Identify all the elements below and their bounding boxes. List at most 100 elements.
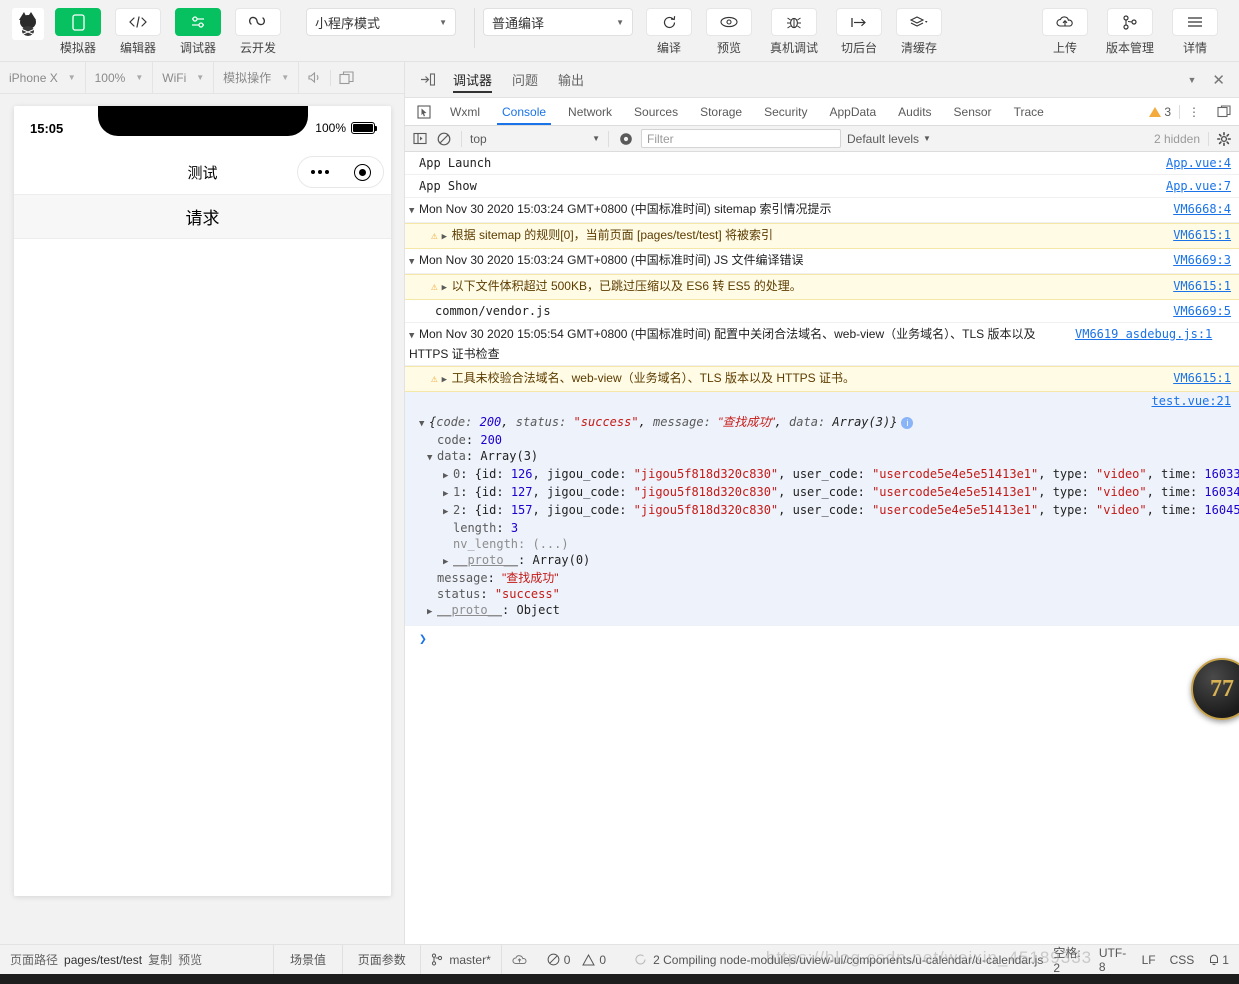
chevron-right-icon[interactable]: ▶ <box>443 486 453 502</box>
toolbar-item-debugger[interactable]: 调试器 <box>172 8 224 56</box>
object-array-item[interactable]: ▶ 2: {id: 157, jigou_code: "jigou5f818d32… <box>419 502 1239 520</box>
chevron-right-icon[interactable]: ▶ <box>427 604 437 620</box>
console-sidebar-icon[interactable] <box>411 130 429 148</box>
chevron-right-icon[interactable]: ▶ <box>443 504 453 520</box>
object-summary-line[interactable]: ▼ {code: 200, status: "success", message:… <box>419 414 1239 432</box>
git-sync-button[interactable] <box>502 945 537 974</box>
console-source-link[interactable]: VM6615:1 <box>1163 226 1239 244</box>
console-source-link[interactable]: App.vue:7 <box>1156 177 1239 195</box>
toolbar-action-realdevice[interactable]: 真机调试 <box>763 8 825 56</box>
object-property-line[interactable]: status: "success" <box>419 586 1239 602</box>
devtools-tab-problems[interactable]: 问题 <box>502 62 548 97</box>
scene-value-button[interactable]: 场景值 <box>274 945 344 974</box>
console-row-group[interactable]: ▼ Mon Nov 30 2020 15:05:54 GMT+0800 (中国标准… <box>405 323 1239 366</box>
close-target-icon[interactable] <box>353 163 371 181</box>
eol-setting[interactable]: LF <box>1142 953 1156 967</box>
close-icon[interactable]: ✕ <box>1204 71 1239 89</box>
console-row[interactable]: App Show App.vue:7 <box>405 175 1239 198</box>
chevron-down-icon[interactable]: ▼ <box>419 416 429 432</box>
object-proto-line[interactable]: ▶ __proto__: Object <box>419 602 1239 620</box>
simulate-operation-select[interactable]: 模拟操作 ▼ <box>214 62 300 93</box>
speaker-icon[interactable] <box>299 62 330 93</box>
language-mode[interactable]: CSS <box>1170 953 1195 967</box>
toolbar-action-version[interactable]: 版本管理 <box>1099 8 1161 56</box>
copy-path-button[interactable]: 复制 <box>148 951 172 968</box>
console-row-group[interactable]: ▼ Mon Nov 30 2020 15:03:24 GMT+0800 (中国标准… <box>405 249 1239 274</box>
object-property-line[interactable]: message: "查找成功" <box>419 570 1239 586</box>
page-params-button[interactable]: 页面参数 <box>343 945 422 974</box>
chevron-right-icon[interactable]: ▶ <box>442 279 452 297</box>
tab-sources[interactable]: Sources <box>623 98 689 125</box>
tab-console[interactable]: Console <box>491 98 557 125</box>
clear-console-icon[interactable] <box>435 130 453 148</box>
console-row-group[interactable]: ▼ Mon Nov 30 2020 15:03:24 GMT+0800 (中国标准… <box>405 198 1239 223</box>
notifications-button[interactable]: 1 <box>1208 953 1229 967</box>
chevron-down-icon[interactable]: ▼ <box>409 253 419 271</box>
zoom-select[interactable]: 100% ▼ <box>86 62 154 93</box>
toolbar-action-compile[interactable]: 编译 <box>643 8 695 56</box>
console-row[interactable]: common/vendor.js VM6669:5 <box>405 300 1239 323</box>
info-icon[interactable]: i <box>901 417 914 429</box>
console-source-link[interactable]: VM6668:4 <box>1163 200 1239 218</box>
object-array-item[interactable]: ▶ 1: {id: 127, jigou_code: "jigou5f818d32… <box>419 484 1239 502</box>
dock-panel-icon[interactable] <box>1209 105 1239 118</box>
toolbar-action-background[interactable]: 切后台 <box>833 8 885 56</box>
console-row[interactable]: App Launch App.vue:4 <box>405 152 1239 175</box>
avatar[interactable] <box>12 8 44 40</box>
console-source-link[interactable]: VM6615:1 <box>1163 277 1239 295</box>
console-source-link[interactable]: test.vue:21 <box>1142 392 1239 410</box>
more-vertical-icon[interactable]: ⋮ <box>1180 105 1209 119</box>
indentation-setting[interactable]: 空格: 2 <box>1053 944 1085 975</box>
chevron-right-icon[interactable]: ▶ <box>443 468 453 484</box>
console-prompt[interactable]: ❯ <box>405 626 1239 647</box>
toolbar-action-preview[interactable]: 预览 <box>703 8 755 56</box>
tab-trace[interactable]: Trace <box>1003 98 1055 125</box>
compile-select[interactable]: 普通编译 ▼ <box>483 8 633 36</box>
console-row-result[interactable]: test.vue:21 <box>405 392 1239 412</box>
object-property-line[interactable]: ▼ data: Array(3) <box>419 448 1239 466</box>
tab-sensor[interactable]: Sensor <box>943 98 1003 125</box>
chevron-right-icon[interactable]: ▶ <box>442 371 452 389</box>
problems-counter[interactable]: 0 0 <box>537 945 616 974</box>
toolbar-action-upload[interactable]: 上传 <box>1039 8 1091 56</box>
toolbar-item-clouddev[interactable]: 云开发 <box>232 8 284 56</box>
tab-audits[interactable]: Audits <box>887 98 942 125</box>
log-levels-select[interactable]: Default levels ▼ <box>847 132 931 146</box>
console-source-link[interactable]: VM6669:3 <box>1163 251 1239 269</box>
encoding-setting[interactable]: UTF-8 <box>1099 946 1128 974</box>
tab-storage[interactable]: Storage <box>689 98 753 125</box>
chevron-right-icon[interactable]: ▶ <box>443 554 453 570</box>
network-select[interactable]: WiFi ▼ <box>153 62 215 93</box>
devtools-tab-debugger[interactable]: 调试器 <box>443 62 502 97</box>
console-row-warning[interactable]: ⚠ ▶ 工具未校验合法域名、web-view（业务域名）、TLS 版本以及 HTTP… <box>405 366 1239 392</box>
devtools-tab-output[interactable]: 输出 <box>548 62 594 97</box>
console-row-warning[interactable]: ⚠ ▶ 以下文件体积超过 500KB，已跳过压缩以及 ES6 转 ES5 的处理。 … <box>405 274 1239 300</box>
device-select[interactable]: iPhone X ▼ <box>0 62 86 93</box>
tab-security[interactable]: Security <box>753 98 818 125</box>
object-property-line[interactable]: code: 200 <box>419 432 1239 448</box>
toolbar-action-details[interactable]: 详情 <box>1169 8 1221 56</box>
chevron-down-icon[interactable]: ▼ <box>427 450 437 466</box>
preview-path-button[interactable]: 预览 <box>178 951 202 968</box>
toolbar-item-simulator[interactable]: 模拟器 <box>52 8 104 56</box>
execution-context-select[interactable]: top ▼ <box>470 132 600 146</box>
console-source-link[interactable]: VM6619 asdebug.js:1 <box>1065 325 1220 343</box>
git-branch-cell[interactable]: master* <box>421 945 502 974</box>
capsule-buttons[interactable] <box>297 156 384 188</box>
separate-window-icon[interactable] <box>331 62 362 93</box>
gear-icon[interactable] <box>1215 130 1233 148</box>
warning-counter[interactable]: 3 <box>1149 104 1180 119</box>
request-button[interactable]: 请求 <box>14 194 391 239</box>
cursor-select-icon[interactable] <box>409 98 439 125</box>
tab-network[interactable]: Network <box>557 98 623 125</box>
object-proto-line[interactable]: ▶ __proto__: Array(0) <box>419 552 1239 570</box>
object-array-item[interactable]: ▶ 0: {id: 126, jigou_code: "jigou5f818d32… <box>419 466 1239 484</box>
toggle-panel-icon[interactable] <box>413 73 443 86</box>
object-property-line[interactable]: nv_length: (...) <box>419 536 1239 552</box>
console-source-link[interactable]: VM6615:1 <box>1163 369 1239 387</box>
console-row-warning[interactable]: ⚠ ▶ 根据 sitemap 的规则[0]，当前页面 [pages/test/tes… <box>405 223 1239 249</box>
prop-value[interactable]: (...) <box>532 537 568 551</box>
chevron-down-icon[interactable]: ▼ <box>409 202 419 220</box>
chevron-down-icon[interactable]: ▼ <box>409 327 419 345</box>
chevron-down-icon[interactable]: ▼ <box>1180 75 1205 85</box>
